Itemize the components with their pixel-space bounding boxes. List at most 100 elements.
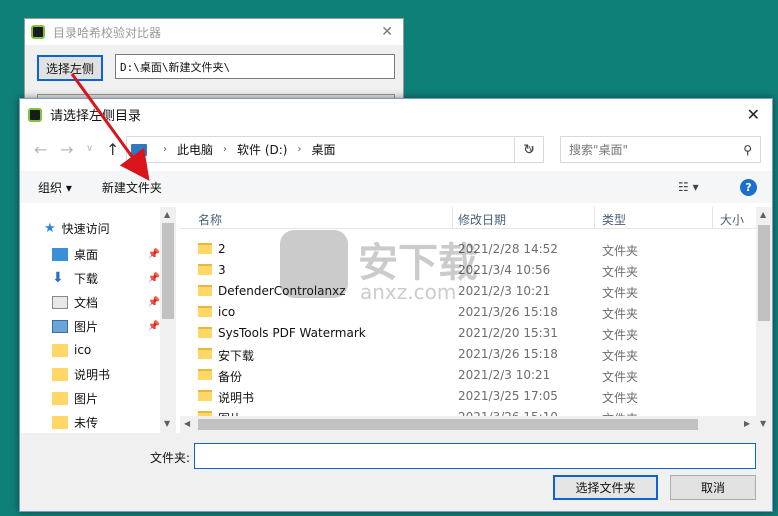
scroll-thumb[interactable] (162, 223, 174, 319)
column-divider[interactable] (712, 207, 713, 229)
nav-item-desktop[interactable]: 桌面 📌 (52, 243, 160, 265)
nav-item-ico[interactable]: ico (52, 339, 160, 361)
back-arrow-icon[interactable]: ← (34, 140, 47, 159)
file-name: 说明书 (218, 391, 255, 405)
folder-icon (198, 390, 212, 401)
scroll-up-icon[interactable]: ▲ (164, 210, 170, 219)
watermark-subtext: anxz.com (360, 280, 457, 304)
refresh-icon[interactable]: ↻ (514, 136, 544, 163)
column-header: 名称 ^ 修改日期 类型 大小 (180, 207, 758, 229)
shield-logo-icon (280, 230, 348, 298)
folder-field-label: 文件夹: (150, 451, 191, 465)
background-app-window: 目录哈希校验对比器 ✕ 选择左侧 D:\桌面\新建文件夹\ (24, 18, 404, 108)
horizontal-scrollbar[interactable]: ◀ ▶ (180, 416, 756, 433)
navigation-bar: ← → ∨ ↑ › 此电脑 › 软件 (D:) › 桌面 ∨ ↻ 搜索"桌面" … (20, 133, 772, 165)
forward-arrow-icon[interactable]: → (60, 140, 73, 159)
nav-item-label: 图片 (74, 319, 99, 334)
pin-icon[interactable]: 📌 (148, 297, 160, 308)
folder-name-input[interactable] (194, 443, 756, 469)
scroll-thumb[interactable] (758, 225, 770, 321)
pin-icon[interactable]: 📌 (148, 249, 160, 260)
address-bar[interactable]: › 此电脑 › 软件 (D:) › 桌面 ∨ (126, 136, 544, 163)
file-row[interactable]: SysTools PDF Watermark 2021/2/20 15:31 文件夹 (180, 323, 758, 344)
scroll-thumb[interactable] (198, 419, 698, 430)
folder-icon (198, 243, 212, 254)
select-folder-button[interactable]: 选择文件夹 (553, 475, 658, 500)
nav-pane-scrollbar[interactable]: ▲ ▼ (160, 207, 176, 433)
organize-menu[interactable]: 组织 ▾ (38, 179, 72, 196)
app-icon (31, 25, 45, 39)
nav-item-pictures[interactable]: 图片 📌 (52, 315, 160, 337)
chevron-right-icon[interactable]: › (223, 144, 227, 155)
nav-item-pictures-folder[interactable]: 图片 (52, 387, 160, 409)
breadcrumb-desktop[interactable]: 桌面 (311, 141, 335, 158)
column-divider[interactable] (594, 207, 595, 229)
column-size[interactable]: 大小 (720, 211, 744, 228)
nav-item-label: ico (74, 343, 92, 357)
close-icon[interactable]: ✕ (747, 105, 760, 124)
scroll-down-icon[interactable]: ▼ (760, 419, 766, 428)
folder-icon (198, 264, 212, 275)
nav-item-downloads[interactable]: ⬇ 下载 📌 (52, 267, 160, 289)
folder-icon (198, 369, 212, 380)
file-type: 文件夹 (602, 328, 639, 342)
help-icon[interactable]: ? (740, 179, 757, 196)
search-icon[interactable]: ⚲ (743, 143, 752, 157)
file-type: 文件夹 (602, 370, 639, 384)
scroll-right-icon[interactable]: ▶ (744, 419, 750, 428)
pin-icon[interactable]: 📌 (148, 321, 160, 332)
file-type: 文件夹 (602, 286, 639, 300)
file-name: SysTools PDF Watermark (218, 326, 366, 340)
column-divider[interactable] (452, 207, 453, 229)
download-icon: ⬇ (52, 269, 64, 286)
file-list-scrollbar[interactable]: ▲ ▼ (756, 207, 772, 433)
pin-icon[interactable]: 📌 (148, 273, 160, 284)
nav-item-manual[interactable]: 说明书 (52, 363, 160, 385)
file-name: 3 (218, 263, 226, 277)
nav-item-unsent[interactable]: 未传 (52, 411, 160, 433)
breadcrumb-drive[interactable]: 软件 (D:) (237, 141, 287, 158)
star-icon: ★ (44, 220, 56, 236)
scroll-left-icon[interactable]: ◀ (184, 419, 190, 428)
file-row[interactable]: 安下载 2021/3/26 15:18 文件夹 (180, 344, 758, 365)
scroll-up-icon[interactable]: ▲ (760, 210, 766, 219)
file-date: 2021/2/3 10:21 (458, 368, 551, 382)
navigation-pane: ★ 快速访问 桌面 📌 ⬇ 下载 📌 文档 📌 图片 📌 ico 说明书 图片 … (20, 207, 176, 433)
file-type: 文件夹 (602, 307, 639, 321)
file-row[interactable]: 备份 2021/2/3 10:21 文件夹 (180, 365, 758, 386)
folder-icon (198, 348, 212, 359)
chevron-right-icon[interactable]: › (297, 144, 301, 155)
recent-dropdown-icon[interactable]: ∨ (86, 143, 93, 154)
breadcrumb-this-pc[interactable]: 此电脑 (177, 141, 213, 158)
file-type: 文件夹 (602, 391, 639, 405)
folder-icon (52, 391, 68, 405)
folder-icon (198, 285, 212, 296)
scroll-down-icon[interactable]: ▼ (164, 419, 170, 428)
cancel-button[interactable]: 取消 (670, 475, 756, 500)
column-name[interactable]: 名称 (198, 211, 222, 228)
document-icon (52, 295, 68, 309)
quick-access[interactable]: ★ 快速访问 (44, 217, 152, 239)
file-name: 备份 (218, 370, 243, 384)
select-left-button[interactable]: 选择左侧 (37, 55, 103, 81)
nav-item-label: 图片 (74, 391, 99, 406)
this-pc-icon (131, 143, 147, 156)
column-type[interactable]: 类型 (602, 211, 626, 228)
left-path-field[interactable]: D:\桌面\新建文件夹\ (115, 54, 395, 79)
new-folder-button[interactable]: 新建文件夹 (102, 179, 162, 196)
nav-item-label: 未传 (74, 415, 99, 430)
close-icon[interactable]: ✕ (381, 24, 393, 40)
nav-item-label: 说明书 (74, 367, 111, 382)
picture-icon (52, 319, 68, 333)
file-row[interactable]: 说明书 2021/3/25 17:05 文件夹 (180, 386, 758, 407)
folder-icon (52, 415, 68, 429)
chevron-right-icon[interactable]: › (163, 144, 167, 155)
column-date[interactable]: 修改日期 (458, 211, 506, 228)
view-options-icon[interactable]: ☷ ▾ (678, 180, 699, 194)
nav-item-label: 桌面 (74, 247, 99, 262)
search-input[interactable]: 搜索"桌面" ⚲ (560, 136, 761, 163)
dialog-title: 请选择左侧目录 (50, 109, 142, 124)
dialog-footer: 文件夹: 选择文件夹 取消 (20, 433, 772, 511)
up-arrow-icon[interactable]: ↑ (106, 140, 119, 159)
nav-item-documents[interactable]: 文档 📌 (52, 291, 160, 313)
